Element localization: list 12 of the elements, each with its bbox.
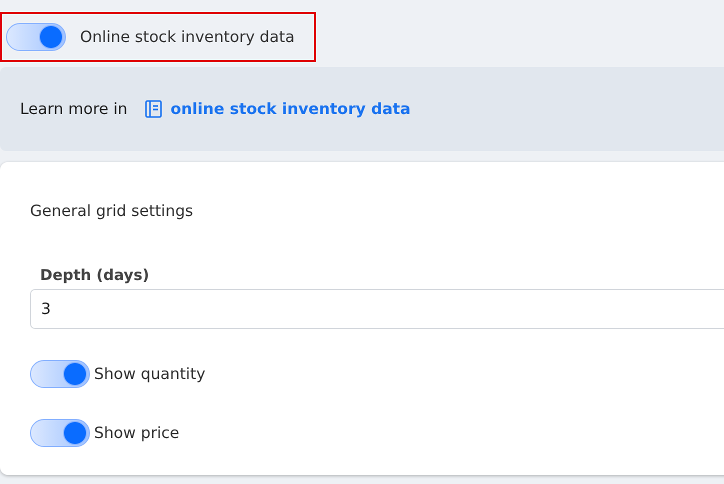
doc-link[interactable]: online stock inventory data <box>145 100 411 118</box>
info-text: Learn more in <box>20 100 128 118</box>
toggle-label: Show quantity <box>94 365 206 383</box>
field-label: Depth (days) <box>40 266 150 284</box>
toggle-switch[interactable] <box>30 360 90 388</box>
toggle-switch[interactable] <box>6 23 66 51</box>
document-icon <box>145 100 162 118</box>
toggle-switch[interactable] <box>30 419 90 447</box>
toggle-label: Online stock inventory data <box>80 28 295 46</box>
toggle-label: Show price <box>94 424 180 442</box>
input-field[interactable]: 3 <box>30 289 724 329</box>
section-title: General grid settings <box>30 202 194 220</box>
